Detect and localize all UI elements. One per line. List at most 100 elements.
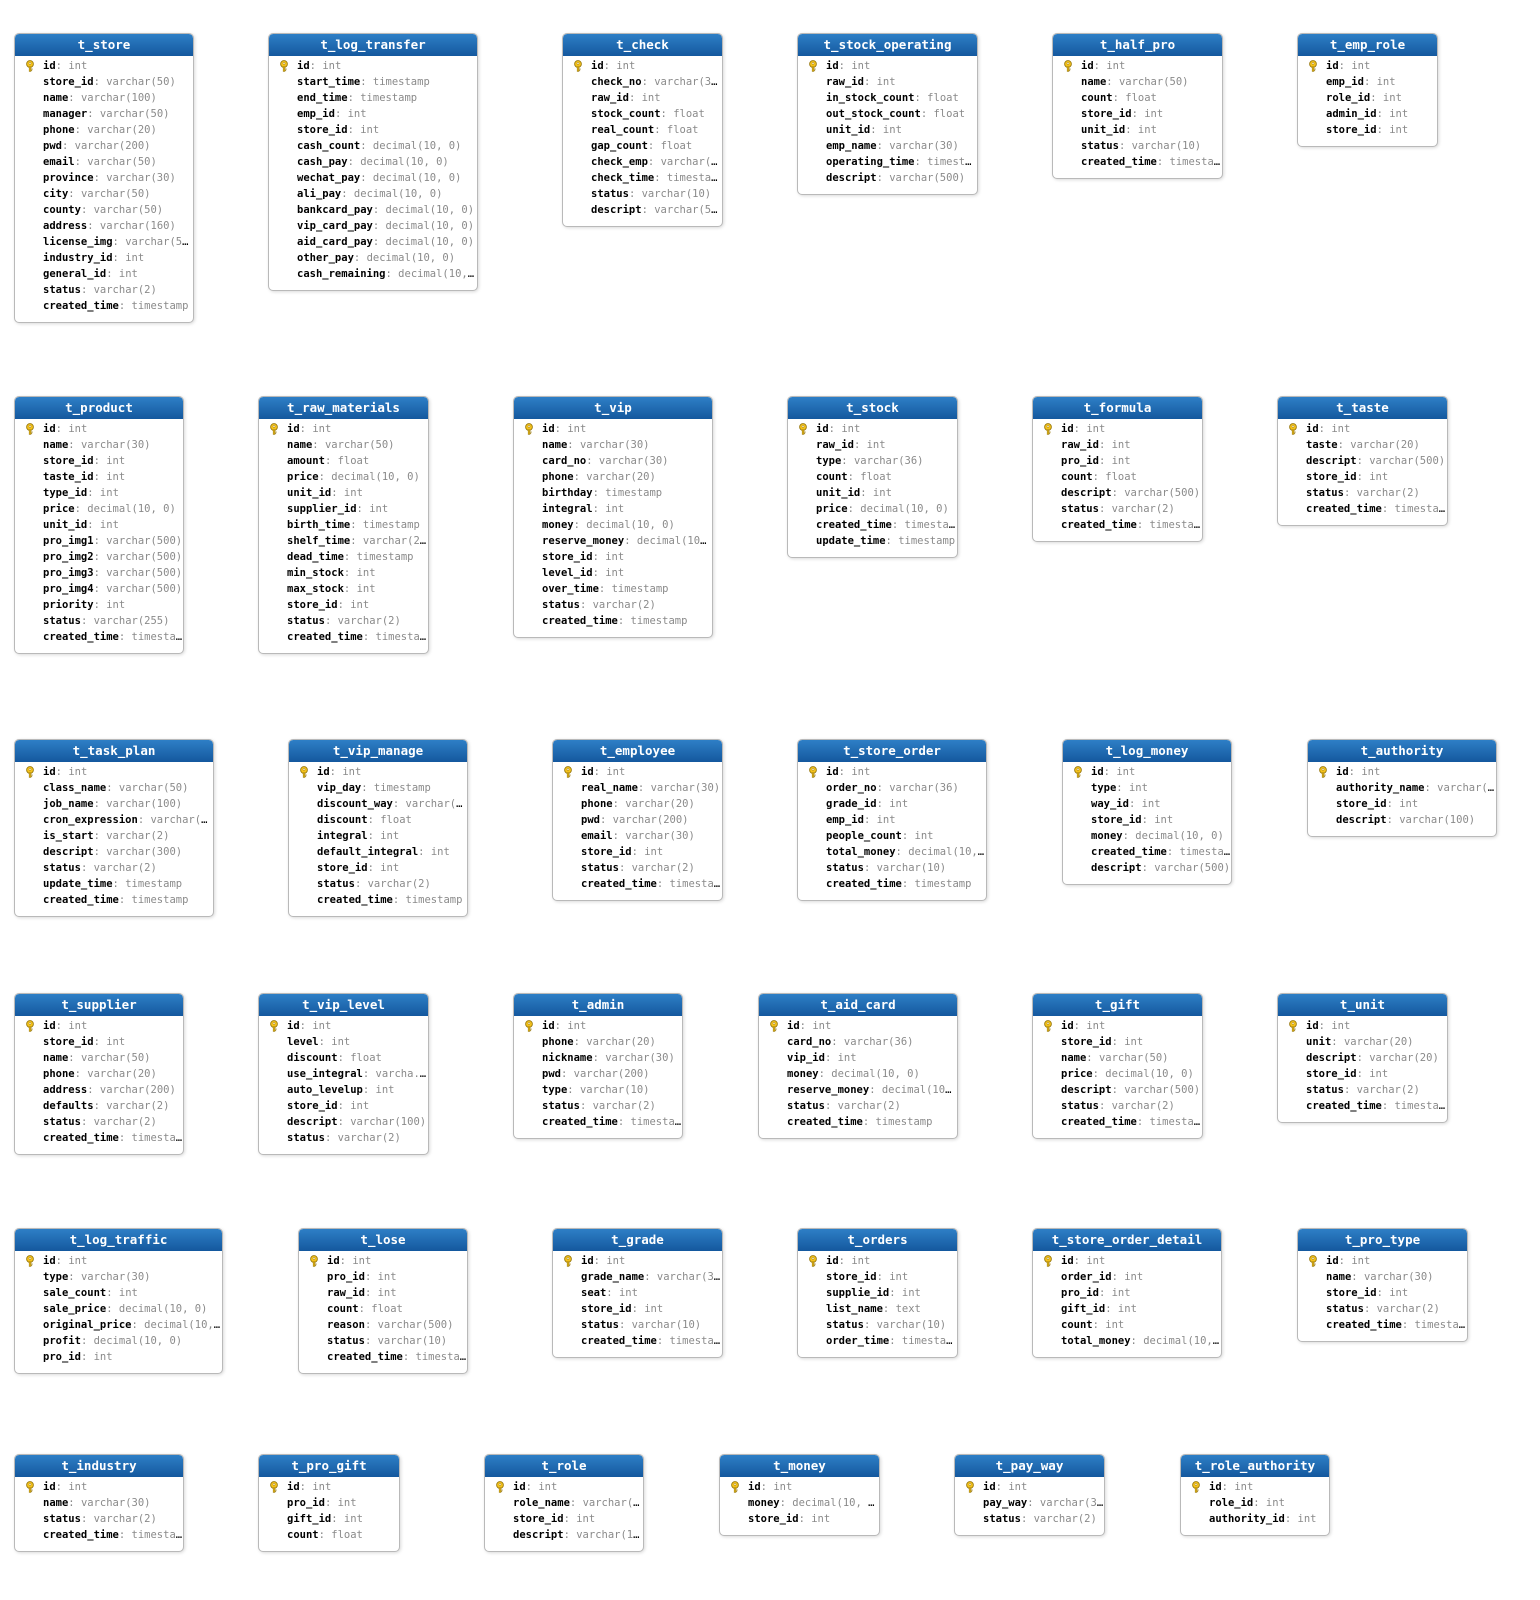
field-row[interactable]: way_id: int [1063,796,1231,812]
field-row[interactable]: shelf_time: varchar(20) [259,533,428,549]
field-row[interactable]: store_id: int [1063,812,1231,828]
field-row[interactable]: operating_time: timestamp [798,154,977,170]
field-row[interactable]: id: int [553,1253,722,1269]
table-t-raw-materials[interactable]: t_raw_materials id: int name: varchar(50) a… [258,396,429,654]
field-row[interactable]: status: varchar(2) [15,282,193,298]
field-row[interactable]: stock_count: float [563,106,722,122]
field-row[interactable]: id: int [15,1018,183,1034]
field-row[interactable]: status: varchar(10) [798,860,986,876]
field-row[interactable]: cron_expression: varchar(30) [15,812,213,828]
field-row[interactable]: store_id: int [485,1511,643,1527]
field-row[interactable]: status: varchar(2) [553,860,722,876]
field-row[interactable]: name: varchar(30) [15,437,183,453]
field-row[interactable]: grade_name: varchar(30) [553,1269,722,1285]
field-row[interactable]: out_stock_count: float [798,106,977,122]
field-row[interactable]: cash_count: decimal(10, 0) [269,138,477,154]
field-row[interactable]: card_no: varchar(36) [759,1034,957,1050]
field-row[interactable]: id: int [798,58,977,74]
field-row[interactable]: pro_img4: varchar(500) [15,581,183,597]
field-row[interactable]: cash_pay: decimal(10, 0) [269,154,477,170]
table-t-role-authority[interactable]: t_role_authority id: int role_id: int autho… [1180,1454,1330,1536]
field-row[interactable]: id: int [798,764,986,780]
field-row[interactable]: admin_id: int [1298,106,1437,122]
field-row[interactable]: pwd: varchar(200) [15,138,193,154]
field-row[interactable]: check_emp: varchar(36) [563,154,722,170]
field-row[interactable]: unit_id: int [788,485,957,501]
field-row[interactable]: list_name: text [798,1301,957,1317]
field-row[interactable]: id: int [1063,764,1231,780]
field-row[interactable]: created_time: timestamp [259,629,428,645]
field-row[interactable]: discount: float [289,812,467,828]
field-row[interactable]: name: varchar(50) [1033,1050,1202,1066]
field-row[interactable]: created_time: timestamp [1053,154,1222,170]
field-row[interactable]: id: int [1033,1253,1221,1269]
field-row[interactable]: ali_pay: decimal(10, 0) [269,186,477,202]
table-t-admin[interactable]: t_admin id: int phone: varchar(20) nickname… [513,993,683,1139]
field-row[interactable]: other_pay: decimal(10, 0) [269,250,477,266]
table-t-vip-level[interactable]: t_vip_level id: int level: int discount: fl… [258,993,429,1155]
field-row[interactable]: id: int [798,1253,957,1269]
table-t-log-money[interactable]: t_log_money id: int type: int way_id: int st… [1062,739,1232,885]
field-row[interactable]: amount: float [259,453,428,469]
field-row[interactable]: status: varchar(2) [259,1130,428,1146]
field-row[interactable]: store_id: varchar(50) [15,74,193,90]
field-row[interactable]: pay_way: varchar(30) [955,1495,1104,1511]
field-row[interactable]: phone: varchar(20) [15,122,193,138]
field-row[interactable]: check_no: varchar(36) [563,74,722,90]
table-t-aid-card[interactable]: t_aid_card id: int card_no: varchar(36) vip… [758,993,958,1139]
field-row[interactable]: discount: float [259,1050,428,1066]
field-row[interactable]: count: int [1033,1317,1221,1333]
field-row[interactable]: email: varchar(50) [15,154,193,170]
field-row[interactable]: id: int [955,1479,1104,1495]
field-row[interactable]: money: decimal(10, 0) [759,1066,957,1082]
field-row[interactable]: created_time: timestamp [1033,1114,1202,1130]
table-t-store-order-detail[interactable]: t_store_order_detail id: int order_id: int… [1032,1228,1222,1358]
field-row[interactable]: default_integral: int [289,844,467,860]
field-row[interactable]: status: varchar(2) [514,597,712,613]
field-row[interactable]: store_id: int [289,860,467,876]
field-row[interactable]: id: int [1053,58,1222,74]
field-row[interactable]: name: varchar(30) [514,437,712,453]
field-row[interactable]: max_stock: int [259,581,428,597]
field-row[interactable]: level_id: int [514,565,712,581]
table-t-vip[interactable]: t_vip id: int name: varchar(30) card_no: va… [513,396,713,638]
field-row[interactable]: raw_id: int [798,74,977,90]
field-row[interactable]: created_time: timestamp [1033,517,1202,533]
field-row[interactable]: status: varchar(2) [514,1098,682,1114]
field-row[interactable]: created_time: timestamp [514,613,712,629]
field-row[interactable]: email: varchar(30) [553,828,722,844]
field-row[interactable]: store_id: int [259,1098,428,1114]
table-t-gift[interactable]: t_gift id: int store_id: int name: varchar(… [1032,993,1203,1139]
table-t-supplier[interactable]: t_supplier id: int store_id: int name: varc… [14,993,184,1155]
table-t-task-plan[interactable]: t_task_plan id: int class_name: varchar(50… [14,739,214,917]
field-row[interactable]: money: decimal(10, 0) [514,517,712,533]
field-row[interactable]: store_id: int [1298,122,1437,138]
field-row[interactable]: order_id: int [1033,1269,1221,1285]
field-row[interactable]: pro_id: int [259,1495,399,1511]
field-row[interactable]: sale_price: decimal(10, 0) [15,1301,222,1317]
field-row[interactable]: id: int [1308,764,1496,780]
field-row[interactable]: created_time: timestamp [1063,844,1231,860]
field-row[interactable]: store_id: int [1278,1066,1447,1082]
table-t-vip-manage[interactable]: t_vip_manage id: int vip_day: timestamp dis… [288,739,468,917]
field-row[interactable]: status: varchar(2) [1033,501,1202,517]
field-row[interactable]: status: varchar(2) [259,613,428,629]
field-row[interactable]: aid_card_pay: decimal(10, 0) [269,234,477,250]
field-row[interactable]: pro_img1: varchar(500) [15,533,183,549]
field-row[interactable]: order_no: varchar(36) [798,780,986,796]
field-row[interactable]: emp_id: int [269,106,477,122]
field-row[interactable]: pro_img3: varchar(500) [15,565,183,581]
field-row[interactable]: wechat_pay: decimal(10, 0) [269,170,477,186]
table-t-stock-operating[interactable]: t_stock_operating id: int raw_id: int in_st… [797,33,978,195]
field-row[interactable]: level: int [259,1034,428,1050]
field-row[interactable]: use_integral: varcha... [259,1066,428,1082]
field-row[interactable]: id: int [1033,1018,1202,1034]
field-row[interactable]: update_time: timestamp [788,533,957,549]
field-row[interactable]: province: varchar(30) [15,170,193,186]
field-row[interactable]: integral: int [289,828,467,844]
field-row[interactable]: original_price: decimal(10, 0) [15,1317,222,1333]
field-row[interactable]: name: varchar(30) [1298,1269,1467,1285]
field-row[interactable]: id: int [15,421,183,437]
field-row[interactable]: raw_id: int [563,90,722,106]
field-row[interactable]: unit_id: int [15,517,183,533]
